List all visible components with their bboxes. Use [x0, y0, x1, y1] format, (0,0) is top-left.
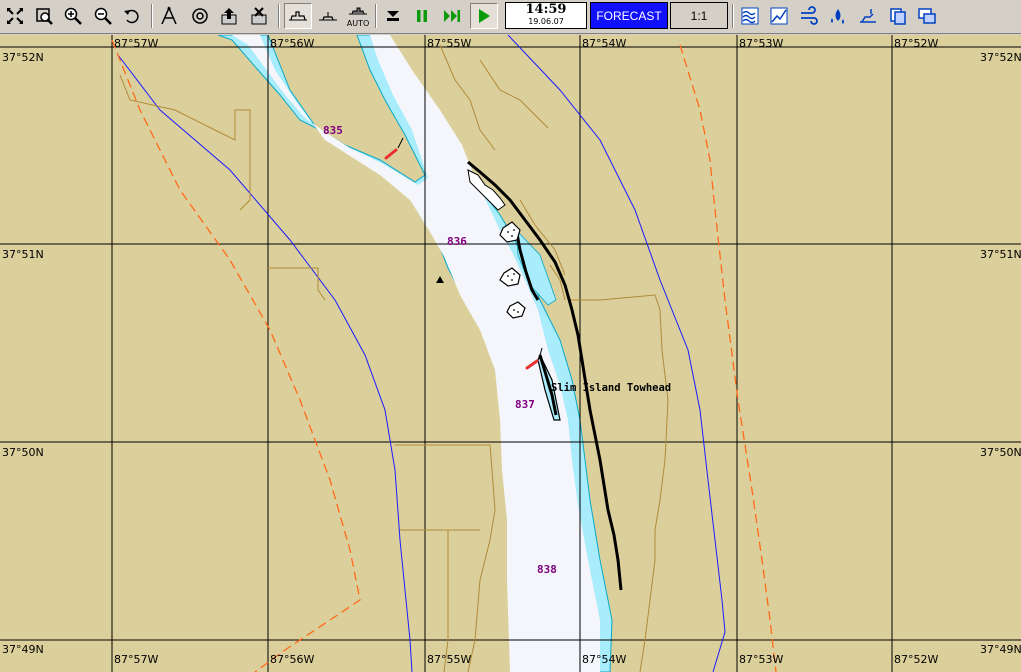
zoom-window-icon[interactable]	[32, 3, 56, 29]
lat-label-right: 37°51N	[980, 248, 1021, 261]
lon-label-bottom: 87°53W	[739, 653, 784, 666]
level-icon[interactable]	[856, 3, 880, 29]
mile-marker: 838	[537, 563, 557, 576]
rain-icon[interactable]	[826, 3, 850, 29]
auto-label: AUTO	[346, 19, 370, 28]
lon-label-top: 87°54W	[582, 37, 627, 50]
zoom-in-icon[interactable]	[61, 3, 85, 29]
lat-label-left: 37°49N	[2, 643, 44, 656]
fast-forward-icon[interactable]	[440, 3, 464, 29]
zoom-out-icon[interactable]	[91, 3, 115, 29]
forecast-button[interactable]: FORECAST	[590, 2, 668, 29]
lat-label-left: 37°51N	[2, 248, 44, 261]
river-deep-channel	[232, 35, 600, 672]
vessel-icon[interactable]	[315, 3, 341, 29]
lon-label-bottom: 87°52W	[894, 653, 939, 666]
toolbar-separator	[732, 4, 734, 28]
auto-icon[interactable]: AUTO	[344, 3, 372, 29]
windows-icon[interactable]	[915, 3, 939, 29]
mile-marker: 835	[323, 124, 343, 137]
clock-time: 14:59	[525, 2, 567, 17]
lat-label-left: 37°50N	[2, 446, 44, 459]
mile-marker: 837	[515, 398, 535, 411]
chart-canvas[interactable]	[0, 35, 1021, 672]
toolbar-separator	[375, 4, 377, 28]
ship-icon[interactable]	[284, 3, 312, 29]
clock-display: 14:59 19.06.07	[505, 2, 587, 29]
undo-icon[interactable]	[120, 3, 144, 29]
target-icon[interactable]	[188, 3, 212, 29]
lon-label-top: 87°57W	[114, 37, 159, 50]
documents-icon[interactable]	[886, 3, 910, 29]
wind-icon[interactable]	[797, 3, 821, 29]
lon-label-bottom: 87°54W	[582, 653, 627, 666]
lon-label-top: 87°55W	[427, 37, 472, 50]
export-icon[interactable]	[217, 3, 241, 29]
pause-icon[interactable]	[410, 3, 434, 29]
lon-label-top: 87°52W	[894, 37, 939, 50]
lon-label-bottom: 87°57W	[114, 653, 159, 666]
stop-icon[interactable]	[381, 3, 405, 29]
clock-date: 19.06.07	[528, 17, 564, 26]
lat-label-right: 37°50N	[980, 446, 1021, 459]
delete-icon[interactable]	[247, 3, 271, 29]
light-marker	[436, 276, 444, 283]
lon-label-bottom: 87°55W	[427, 653, 472, 666]
toolbar-separator	[151, 4, 153, 28]
chart-map[interactable]: 37°52N 37°51N 37°50N 37°49N 37°52N 37°51…	[0, 35, 1021, 672]
lon-label-top: 87°56W	[270, 37, 315, 50]
toolbar-separator	[278, 4, 280, 28]
mile-marker: 836	[447, 235, 467, 248]
waves-icon[interactable]	[738, 3, 762, 29]
pan-icon[interactable]	[3, 3, 27, 29]
lat-label-right: 37°52N	[980, 51, 1021, 64]
lon-label-top: 87°53W	[739, 37, 784, 50]
lat-label-left: 37°52N	[2, 51, 44, 64]
play-icon[interactable]	[470, 3, 498, 29]
scale-button[interactable]: 1:1	[670, 2, 728, 29]
feature-label: Slim Island Towhead	[551, 382, 672, 394]
graph-icon[interactable]	[767, 3, 791, 29]
route-icon[interactable]	[157, 3, 181, 29]
lat-label-right: 37°49N	[980, 643, 1021, 656]
toolbar: AUTO 14:59 19.06.07 FORECAST 1:1	[0, 0, 1021, 34]
lon-label-bottom: 87°56W	[270, 653, 315, 666]
